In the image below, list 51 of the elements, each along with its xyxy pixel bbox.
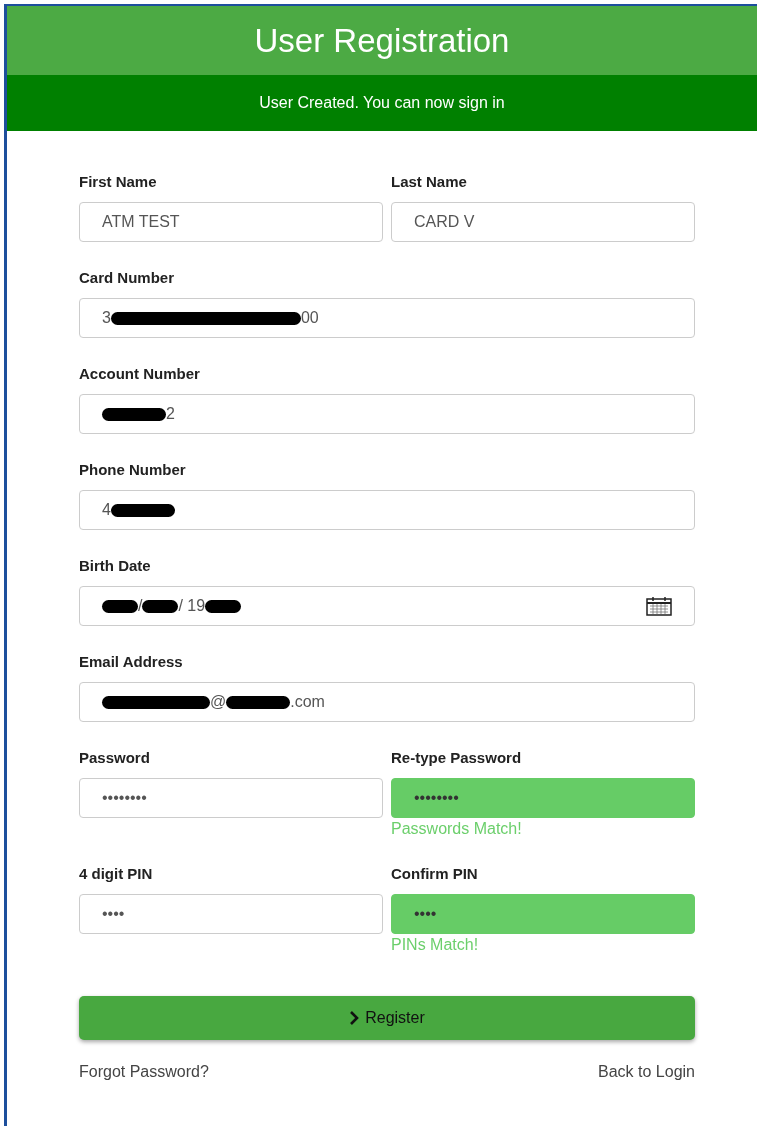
calendar-icon[interactable] <box>646 596 672 616</box>
input-field[interactable]: •••••••• <box>79 778 383 818</box>
field-label: Account Number <box>79 365 201 382</box>
field-label: Card Number <box>79 269 176 286</box>
input-field[interactable]: 4 <box>79 490 695 530</box>
field-text: @ <box>210 693 227 711</box>
field-text: 3 <box>102 309 111 327</box>
field-text: •••••••• <box>414 789 459 807</box>
redaction-mark <box>110 503 175 517</box>
input-field[interactable]: •••••••• <box>391 778 695 818</box>
field-text: 4 <box>102 501 111 519</box>
redaction-mark <box>102 407 166 421</box>
field-text: •••• <box>414 905 437 923</box>
field-label: First Name <box>79 173 158 190</box>
field-text: 2 <box>166 405 175 423</box>
field-text: •••• <box>102 905 125 923</box>
input-field[interactable]: / / 19 <box>79 586 695 626</box>
field-text: / <box>138 597 143 615</box>
field-text: .com <box>290 693 325 711</box>
banner-message: User Created. You can now sign in <box>259 94 505 112</box>
input-field[interactable]: 3 00 <box>79 298 695 338</box>
field-label: Birth Date <box>79 557 152 574</box>
redaction-mark <box>102 599 138 613</box>
field-label: Phone Number <box>79 461 187 478</box>
input-field[interactable]: •••• <box>79 894 383 934</box>
field-text: CARD V <box>414 213 475 231</box>
input-field[interactable]: •••• <box>391 894 695 934</box>
field-label: Confirm PIN <box>391 865 479 882</box>
field-label: Email Address <box>79 653 184 670</box>
redaction-mark <box>142 599 179 613</box>
text-link[interactable]: Back to Login <box>598 1063 695 1081</box>
field-text: ATM TEST <box>102 213 180 231</box>
page-title: User Registration <box>254 21 510 60</box>
input-field[interactable]: CARD V <box>391 202 695 242</box>
field-label: Password <box>79 749 151 766</box>
field-text: 00 <box>300 309 319 327</box>
chevron-icon <box>349 1011 360 1025</box>
match-message: PINs Match! <box>391 936 480 954</box>
match-message: Passwords Match! <box>391 820 523 838</box>
redaction-mark <box>205 599 242 613</box>
input-field[interactable]: ATM TEST <box>79 202 383 242</box>
field-label: 4 digit PIN <box>79 865 154 882</box>
register-button[interactable]: Register <box>79 996 695 1040</box>
input-field[interactable]: @ .com <box>79 682 695 722</box>
field-text: •••••••• <box>102 789 147 807</box>
redaction-mark <box>226 695 291 709</box>
field-label: Last Name <box>391 173 468 190</box>
field-label: Re-type Password <box>391 749 523 766</box>
field-text: / 19 <box>178 597 206 615</box>
text-link[interactable]: Forgot Password? <box>79 1063 209 1081</box>
input-field[interactable]: 2 <box>79 394 695 434</box>
